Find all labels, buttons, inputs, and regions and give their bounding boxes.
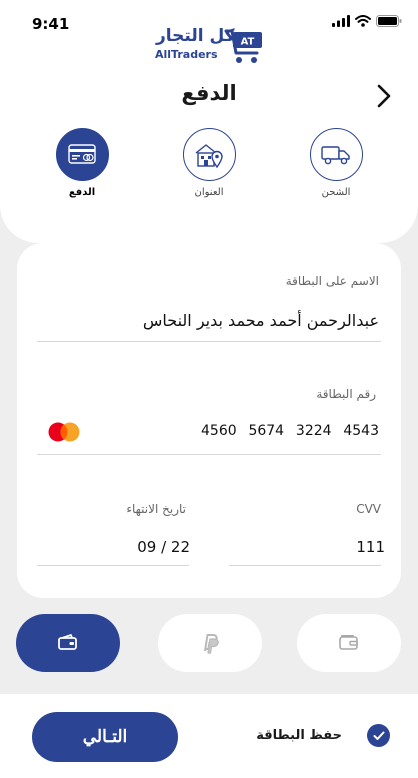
- card-name-label: الاسم على البطاقة: [285, 274, 379, 288]
- logo-text-english: AllTraders: [155, 48, 218, 61]
- payment-method-card-button[interactable]: [16, 614, 120, 672]
- signal-icon: [332, 15, 350, 27]
- back-button[interactable]: [372, 82, 396, 110]
- cvv-input[interactable]: 111: [356, 538, 385, 556]
- check-icon: [373, 731, 384, 740]
- mastercard-icon: [48, 422, 80, 442]
- expiry-input[interactable]: 09 / 22: [137, 538, 190, 556]
- paypal-icon: [204, 634, 219, 654]
- card-number-underline: [37, 454, 381, 455]
- step-shipping-label: الشحن: [321, 187, 351, 198]
- header-panel: 9:41 كل التجار AllTraders AT الدفع الشحن…: [0, 0, 418, 243]
- wallet-icon: [339, 635, 358, 650]
- card-icon: [68, 143, 96, 164]
- step-address-circle: [182, 128, 236, 181]
- status-time: 9:41: [32, 15, 70, 33]
- alltraders-logo: كل التجار AllTraders AT: [152, 26, 266, 66]
- step-payment-label: الدفع: [68, 187, 96, 198]
- cvv-label: CVV: [356, 502, 381, 516]
- card-name-underline: [37, 341, 381, 342]
- wallet-card-icon: [58, 634, 77, 650]
- step-payment-circle: [55, 128, 109, 181]
- card-number-input[interactable]: 4560 5674 3224 4543: [201, 423, 379, 445]
- next-button[interactable]: التـالي: [32, 712, 178, 762]
- card-number-group: 3224: [295, 423, 332, 439]
- page-title: الدفع: [181, 81, 237, 105]
- card-number-group: 4560: [201, 423, 237, 439]
- expiry-underline: [37, 565, 189, 566]
- card-name-input[interactable]: عبدالرحمن أحمد محمد بدير النحاس: [143, 311, 379, 330]
- save-card-label: حفظ البطاقة: [256, 728, 342, 743]
- status-icons: [332, 15, 402, 27]
- card-form: الاسم على البطاقة عبدالرحمن أحمد محمد بد…: [17, 243, 401, 598]
- card-number-group: 4543: [343, 423, 379, 439]
- logo-text-arabic: كل التجار: [156, 26, 235, 46]
- logo-badge-text: AT: [241, 37, 255, 48]
- step-shipping-circle: [309, 128, 363, 181]
- card-number-group: 5674: [248, 423, 285, 439]
- battery-icon: [376, 15, 402, 27]
- cart-icon: AT: [224, 29, 262, 63]
- step-payment[interactable]: الدفع: [37, 128, 127, 198]
- card-number-label: رقم البطاقة: [316, 387, 376, 401]
- truck-icon: [321, 145, 350, 164]
- step-address[interactable]: العنوان: [164, 128, 254, 198]
- location-building-icon: [195, 143, 223, 168]
- cvv-underline: [229, 565, 381, 566]
- expiry-label: تاريخ الانتهاء: [126, 502, 186, 516]
- payment-method-wallet-button[interactable]: [297, 614, 401, 672]
- wifi-icon: [355, 15, 371, 27]
- step-address-label: العنوان: [194, 187, 224, 198]
- chevron-right-icon: [377, 84, 391, 108]
- save-card-checkbox[interactable]: [367, 724, 390, 747]
- payment-method-paypal-button[interactable]: [158, 614, 262, 672]
- bottom-bar: التـالي حفظ البطاقة: [0, 694, 418, 778]
- step-shipping[interactable]: الشحن: [291, 128, 381, 198]
